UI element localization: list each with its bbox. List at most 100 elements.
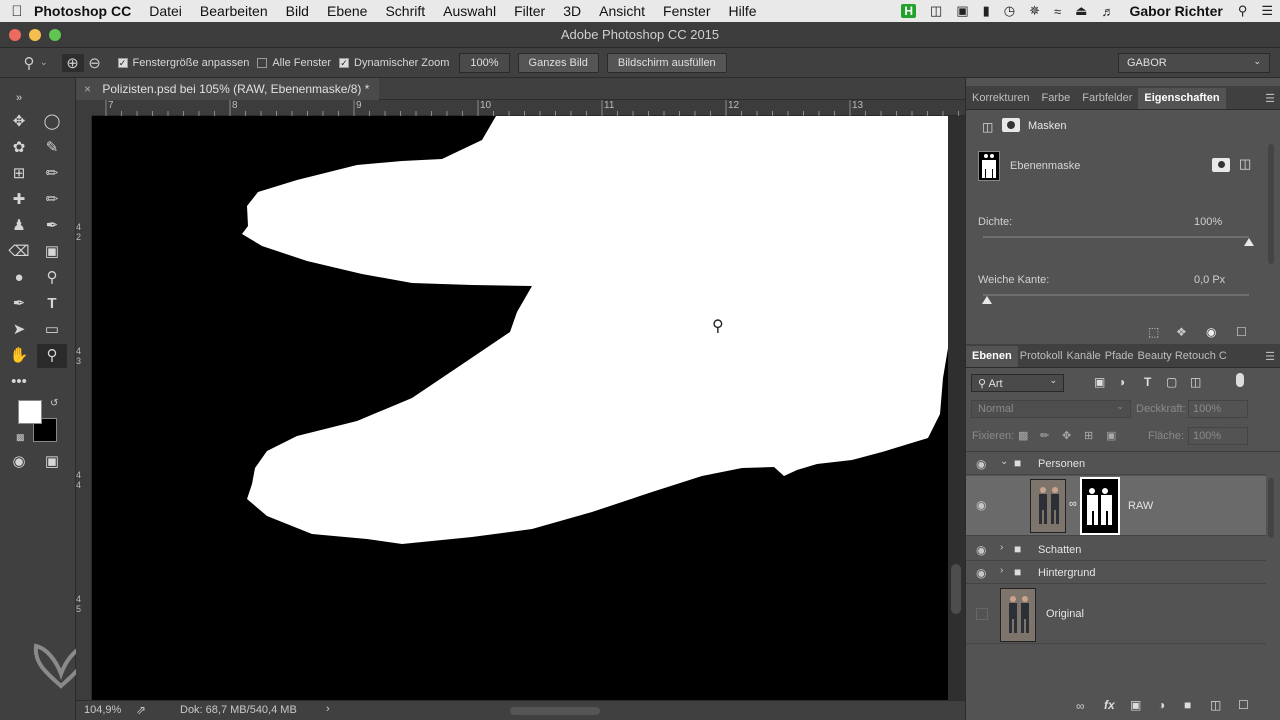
delete-mask-icon[interactable]: ☐ — [1236, 325, 1247, 339]
visibility-off-box[interactable] — [976, 608, 988, 620]
eject-icon[interactable]: ⏏ — [1075, 3, 1087, 19]
quick-selection-tool-icon[interactable]: ✎ — [37, 136, 67, 160]
clone-stamp-tool-icon[interactable]: ♟ — [4, 214, 34, 238]
select-pixel-mask-button[interactable] — [1212, 158, 1230, 172]
load-selection-icon[interactable]: ⬚ — [1148, 325, 1159, 339]
status-app-icon[interactable]: H — [901, 4, 917, 18]
move-tool-icon[interactable]: ✥ — [4, 110, 34, 134]
delete-layer-icon[interactable]: ☐ — [1238, 698, 1249, 712]
zoom-tool-icon[interactable]: ⚲ — [18, 54, 40, 72]
filter-pixel-layers-icon[interactable]: ▣ — [1094, 375, 1105, 389]
document-tab[interactable]: × Polizisten.psd bei 105% (RAW, Ebenenma… — [76, 78, 380, 100]
layer-style-fx-icon[interactable]: fx — [1104, 698, 1115, 712]
feather-slider[interactable] — [983, 294, 1249, 296]
tab-protokoll[interactable]: Protokoll — [1018, 346, 1065, 367]
menu-fenster[interactable]: Fenster — [663, 3, 710, 19]
all-windows-checkbox[interactable] — [257, 57, 268, 68]
tab-korrekturen[interactable]: Korrekturen — [966, 88, 1035, 109]
status-menu-chevron-icon[interactable]: › — [326, 703, 330, 715]
toggle-mask-eye-icon[interactable]: ◉ — [1206, 325, 1216, 339]
layers-scrollbar[interactable] — [1268, 478, 1274, 538]
new-layer-icon[interactable]: ◫ — [1210, 698, 1221, 712]
group-collapsed-chevron-icon[interactable]: › — [1000, 542, 1003, 553]
default-colors-icon[interactable]: ▩ — [16, 432, 25, 443]
menu-app[interactable]: Photoshop CC — [34, 3, 131, 19]
filter-smart-objects-icon[interactable]: ◫ — [1190, 375, 1201, 389]
pixel-mask-icon[interactable]: ◫ — [982, 120, 993, 134]
tab-kanaele[interactable]: Kanäle — [1065, 346, 1103, 367]
dodge-tool-icon[interactable]: ⚲ — [37, 266, 67, 290]
mask-type-icon[interactable] — [1002, 118, 1020, 132]
zoom-in-icon[interactable]: ⊕ — [61, 53, 84, 72]
close-window-button[interactable] — [9, 29, 21, 41]
menu-filter[interactable]: Filter — [514, 3, 545, 19]
lock-position-icon[interactable]: ✥ — [1062, 429, 1071, 442]
filter-type-layers-icon[interactable]: T — [1144, 375, 1151, 389]
mask-link-icon[interactable]: ∞ — [1069, 498, 1077, 510]
tab-farbe[interactable]: Farbe — [1035, 88, 1076, 109]
notification-center-icon[interactable]: ☰ — [1261, 3, 1273, 19]
image-canvas[interactable]: ⚲ — [92, 116, 948, 702]
visibility-eye-icon[interactable]: ◉ — [976, 457, 986, 471]
menubar-user[interactable]: Gabor Richter — [1129, 3, 1222, 19]
zoom-out-icon[interactable]: ⊖ — [84, 54, 106, 72]
feather-value[interactable]: 0,0 Px — [1194, 274, 1225, 286]
foreground-color-swatch[interactable] — [18, 400, 42, 424]
menu-bearbeiten[interactable]: Bearbeiten — [200, 3, 268, 19]
blend-mode-select[interactable]: Normal ⌄ — [971, 400, 1131, 418]
eraser-tool-icon[interactable]: ⌫ — [4, 240, 34, 264]
volume-icon[interactable]: ♬ — [1101, 4, 1114, 19]
lock-all-icon[interactable]: ▣ — [1106, 429, 1116, 442]
filter-adjustment-layers-icon[interactable]: ◑ — [1118, 375, 1125, 389]
crop-tool-icon[interactable]: ⊞ — [4, 162, 34, 186]
layers-panel-menu-icon[interactable]: ☰ — [1265, 350, 1275, 363]
quick-mask-icon[interactable]: ◉ — [4, 450, 34, 474]
properties-panel-menu-icon[interactable]: ☰ — [1265, 92, 1275, 105]
filter-toggle-switch[interactable] — [1236, 373, 1244, 387]
swap-colors-icon[interactable]: ↺ — [50, 398, 58, 409]
tool-preset-chevron-icon[interactable]: ⌄ — [40, 57, 48, 68]
eyedropper-tool-icon[interactable]: ✏ — [37, 162, 67, 186]
filter-shape-layers-icon[interactable]: ▢ — [1166, 375, 1177, 389]
bluetooth-icon[interactable]: ✵ — [1029, 3, 1040, 19]
menu-3d[interactable]: 3D — [563, 3, 581, 19]
toolbar-collapse-icon[interactable]: » — [4, 86, 34, 110]
new-group-icon[interactable]: ■ — [1184, 698, 1191, 712]
density-slider-handle[interactable] — [1244, 238, 1254, 246]
export-icon[interactable]: ⇗ — [136, 703, 146, 717]
link-layers-icon[interactable]: ∞ — [1076, 699, 1085, 713]
gradient-tool-icon[interactable]: ▣ — [37, 240, 67, 264]
tab-farbfelder[interactable]: Farbfelder — [1076, 88, 1138, 109]
tab-ebenen[interactable]: Ebenen — [966, 346, 1018, 367]
menu-schrift[interactable]: Schrift — [385, 3, 425, 19]
group-expanded-chevron-icon[interactable]: ⌄ — [1000, 456, 1008, 467]
menu-bild[interactable]: Bild — [286, 3, 309, 19]
add-mask-icon[interactable]: ▣ — [1130, 698, 1141, 712]
menu-datei[interactable]: Datei — [149, 3, 182, 19]
pen-tool-icon[interactable]: ✒ — [4, 292, 34, 316]
menu-ebene[interactable]: Ebene — [327, 3, 367, 19]
rectangle-tool-icon[interactable]: ▭ — [37, 318, 67, 342]
visibility-eye-icon[interactable]: ◉ — [976, 498, 986, 512]
type-tool-icon[interactable]: T — [37, 292, 67, 316]
layer-mask-thumbnail[interactable] — [1080, 477, 1120, 535]
zoom-window-button[interactable] — [49, 29, 61, 41]
lock-artboard-icon[interactable]: ⊞ — [1084, 429, 1093, 442]
fill-field[interactable]: 100% — [1188, 427, 1248, 445]
hand-tool-icon[interactable]: ✋ — [4, 344, 34, 368]
healing-brush-tool-icon[interactable]: ✚ — [4, 188, 34, 212]
lasso-tool-icon[interactable]: ✿ — [4, 136, 34, 160]
blur-tool-icon[interactable]: ● — [4, 266, 34, 290]
brush-tool-icon[interactable]: ✏ — [37, 188, 67, 212]
vertical-scrollbar-thumb[interactable] — [951, 564, 961, 614]
menu-hilfe[interactable]: Hilfe — [729, 3, 757, 19]
apple-icon[interactable]:  — [0, 3, 34, 20]
marquee-tool-icon[interactable]: ◯ — [37, 110, 67, 134]
feather-slider-handle[interactable] — [982, 296, 992, 304]
layer-row-raw[interactable]: ◉ ∞ RAW — [966, 476, 1266, 536]
group-collapsed-chevron-icon[interactable]: › — [1000, 565, 1003, 576]
menu-ansicht[interactable]: Ansicht — [599, 3, 645, 19]
opacity-field[interactable]: 100% — [1188, 400, 1248, 418]
status-zoom-value[interactable]: 104,9% — [84, 704, 121, 716]
scrubby-zoom-checkbox[interactable]: ✓ — [339, 57, 350, 68]
